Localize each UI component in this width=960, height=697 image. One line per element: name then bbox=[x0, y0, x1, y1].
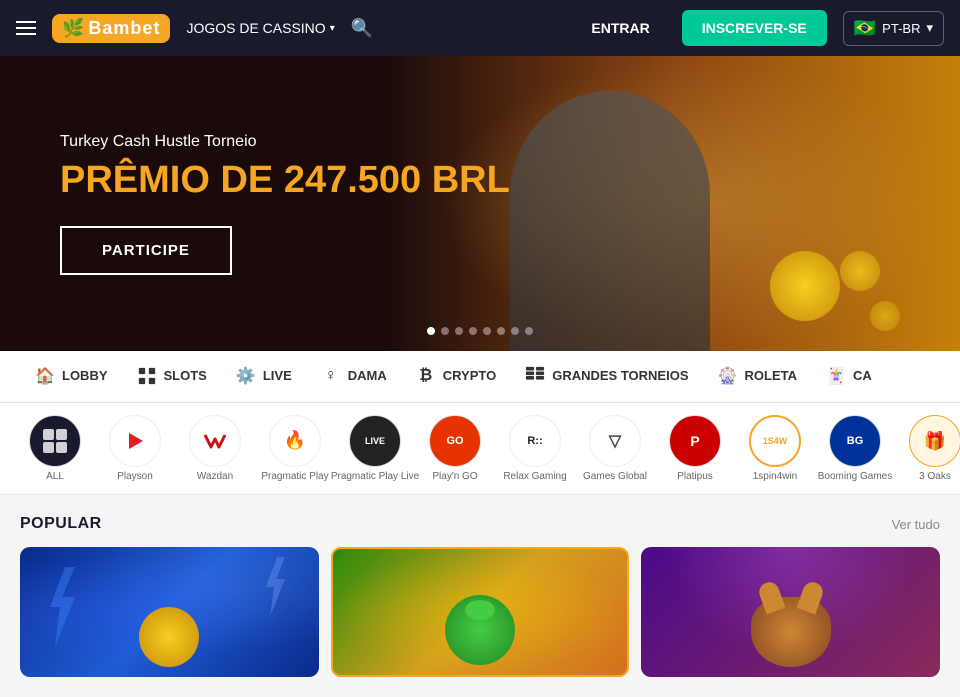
provider-pragmatic-live-logo: LIVE bbox=[349, 415, 401, 467]
hero-banner: Turkey Cash Hustle Torneio PRÊMIO DE 247… bbox=[0, 56, 960, 351]
provider-wazdan[interactable]: Wazdan bbox=[180, 415, 250, 482]
dot-2[interactable] bbox=[441, 327, 449, 335]
banner-cta-button[interactable]: PARTICIPE bbox=[60, 226, 232, 275]
category-crypto[interactable]: ₿ CRYPTO bbox=[401, 351, 510, 403]
category-grandes-torneios[interactable]: GRANDES TORNEIOS bbox=[510, 351, 702, 403]
provider-playn-go-label: Play'n GO bbox=[432, 471, 477, 482]
provider-booming-games-label: Booming Games bbox=[818, 471, 892, 482]
provider-platipus-label: Platipus bbox=[677, 471, 713, 482]
coin-decoration-2 bbox=[840, 251, 880, 291]
grandes-torneios-icon bbox=[524, 365, 546, 387]
provider-platipus-logo: P bbox=[669, 415, 721, 467]
dot-4[interactable] bbox=[469, 327, 477, 335]
login-button[interactable]: ENTRAR bbox=[575, 12, 665, 44]
category-lobby[interactable]: 🏠 LOBBY bbox=[20, 351, 122, 403]
slots-icon bbox=[136, 365, 158, 387]
provider-playson[interactable]: Playson bbox=[100, 415, 170, 482]
provider-booming-games-logo: BG bbox=[829, 415, 881, 467]
header: 🌿 Bambet JOGOS DE CASSINO ▾ 🔍 ENTRAR INS… bbox=[0, 0, 960, 56]
provider-wazdan-logo bbox=[189, 415, 241, 467]
coin-decoration-3 bbox=[870, 301, 900, 331]
provider-games-global-logo: ▽ bbox=[589, 415, 641, 467]
banner-title: PRÊMIO DE 247.500 BRL bbox=[60, 159, 510, 202]
provider-all-label: ALL bbox=[46, 471, 64, 482]
provider-games-global[interactable]: ▽ Games Global bbox=[580, 415, 650, 482]
popular-title: POPULAR bbox=[20, 515, 102, 533]
provider-all-logo bbox=[29, 415, 81, 467]
provider-pragmatic-label: Pragmatic Play bbox=[261, 471, 328, 482]
provider-1spin4win[interactable]: 1S4W 1spin4win bbox=[740, 415, 810, 482]
game-grid bbox=[20, 547, 940, 677]
dot-3[interactable] bbox=[455, 327, 463, 335]
register-button[interactable]: INSCREVER-SE bbox=[682, 10, 827, 46]
provider-playson-logo bbox=[109, 415, 161, 467]
provider-pragmatic-logo: 🔥 bbox=[269, 415, 321, 467]
provider-3oaks[interactable]: 🎁 3 Oaks bbox=[900, 415, 960, 482]
provider-all[interactable]: ALL bbox=[20, 415, 90, 482]
provider-1spin4win-label: 1spin4win bbox=[753, 471, 797, 482]
ca-icon: 🃏 bbox=[825, 365, 847, 387]
banner-subtitle: Turkey Cash Hustle Torneio bbox=[60, 133, 510, 151]
provider-filter: ALL Playson Wazdan 🔥 Pragmatic Play LIVE… bbox=[0, 403, 960, 495]
coin-decoration-1 bbox=[770, 251, 840, 321]
flag-icon: 🇧🇷 bbox=[854, 18, 876, 39]
category-slots[interactable]: SLOTS bbox=[122, 351, 221, 403]
provider-pragmatic-play[interactable]: 🔥 Pragmatic Play bbox=[260, 415, 330, 482]
provider-relax-logo: R:: bbox=[509, 415, 561, 467]
dot-8[interactable] bbox=[525, 327, 533, 335]
category-nav: 🏠 LOBBY SLOTS ⚙️ LIVE ♀ DAMA ₿ CRYPTO GR… bbox=[0, 351, 960, 403]
nav-games[interactable]: JOGOS DE CASSINO ▾ bbox=[186, 20, 334, 36]
menu-toggle[interactable] bbox=[16, 21, 36, 35]
see-all-link[interactable]: Ver tudo bbox=[892, 517, 940, 532]
game-card-1[interactable] bbox=[20, 547, 319, 677]
lobby-icon: 🏠 bbox=[34, 365, 56, 387]
dot-5[interactable] bbox=[483, 327, 491, 335]
provider-relax-gaming[interactable]: R:: Relax Gaming bbox=[500, 415, 570, 482]
dot-7[interactable] bbox=[511, 327, 519, 335]
popular-section: POPULAR Ver tudo bbox=[0, 495, 960, 697]
nav-games-arrow-icon: ▾ bbox=[330, 23, 335, 34]
dot-6[interactable] bbox=[497, 327, 505, 335]
provider-3oaks-label: 3 Oaks bbox=[919, 471, 951, 482]
crypto-icon: ₿ bbox=[415, 365, 437, 387]
provider-wazdan-label: Wazdan bbox=[197, 471, 233, 482]
search-button[interactable]: 🔍 bbox=[351, 18, 373, 39]
roleta-icon: 🎡 bbox=[717, 365, 739, 387]
provider-pragmatic-live[interactable]: LIVE Pragmatic Play Live bbox=[340, 415, 410, 482]
logo-leaf-icon: 🌿 bbox=[62, 18, 84, 39]
popular-header: POPULAR Ver tudo bbox=[20, 515, 940, 533]
category-live[interactable]: ⚙️ LIVE bbox=[221, 351, 306, 403]
dama-icon: ♀ bbox=[320, 365, 342, 387]
provider-games-global-label: Games Global bbox=[583, 471, 647, 482]
provider-1spin4win-logo: 1S4W bbox=[749, 415, 801, 467]
game-card-2[interactable] bbox=[331, 547, 630, 677]
slide-dots bbox=[427, 327, 533, 335]
category-roleta[interactable]: 🎡 ROLETA bbox=[703, 351, 811, 403]
provider-booming-games[interactable]: BG Booming Games bbox=[820, 415, 890, 482]
provider-playn-go[interactable]: GO Play'n GO bbox=[420, 415, 490, 482]
provider-relax-label: Relax Gaming bbox=[503, 471, 566, 482]
banner-content: Turkey Cash Hustle Torneio PRÊMIO DE 247… bbox=[0, 133, 570, 275]
provider-playson-label: Playson bbox=[117, 471, 153, 482]
game-card-3[interactable] bbox=[641, 547, 940, 677]
logo-text: Bambet bbox=[88, 18, 160, 39]
category-dama[interactable]: ♀ DAMA bbox=[306, 351, 401, 403]
lang-dropdown-icon: ▾ bbox=[926, 20, 933, 36]
logo[interactable]: 🌿 Bambet bbox=[52, 14, 170, 43]
provider-platipus[interactable]: P Platipus bbox=[660, 415, 730, 482]
provider-playn-go-logo: GO bbox=[429, 415, 481, 467]
lang-label: PT-BR bbox=[882, 21, 920, 36]
provider-pragmatic-live-label: Pragmatic Play Live bbox=[331, 471, 419, 482]
live-icon: ⚙️ bbox=[235, 365, 257, 387]
dot-1[interactable] bbox=[427, 327, 435, 335]
category-ca[interactable]: 🃏 CA bbox=[811, 351, 886, 403]
provider-3oaks-logo: 🎁 bbox=[909, 415, 960, 467]
language-selector[interactable]: 🇧🇷 PT-BR ▾ bbox=[843, 11, 944, 46]
coin-overlay bbox=[139, 607, 199, 667]
